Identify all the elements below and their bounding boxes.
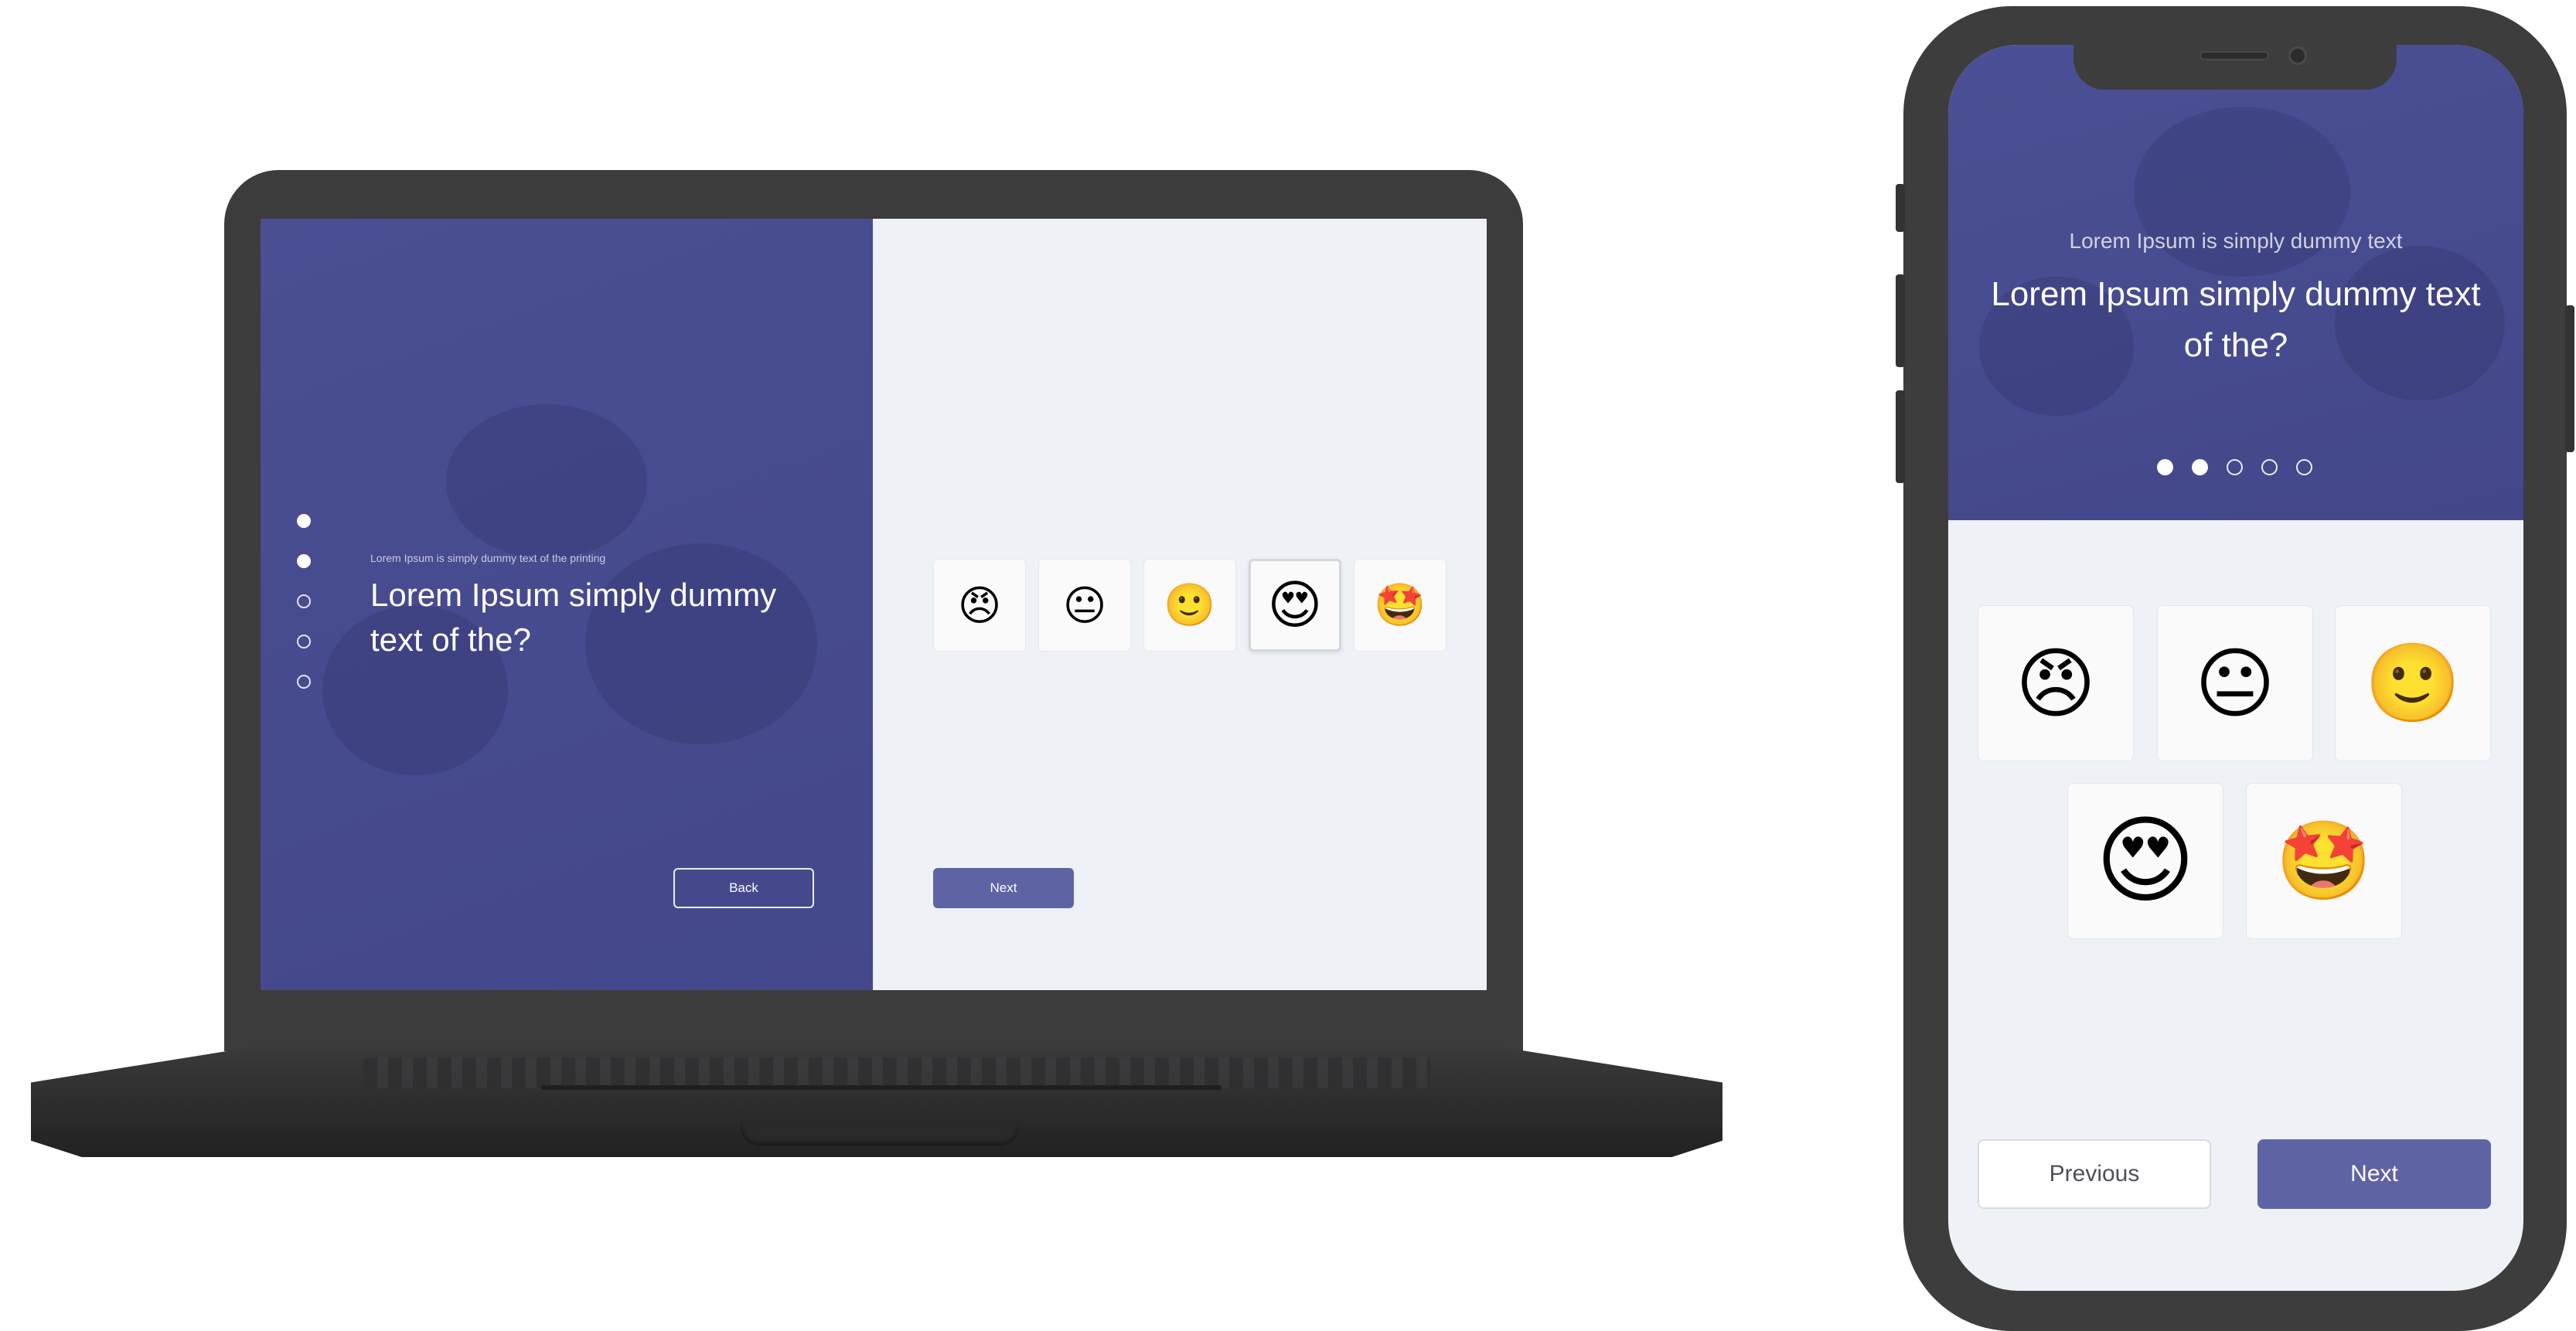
emoji-option[interactable]: 😐 [2157,605,2313,761]
progress-dot [2227,459,2243,475]
phone-speaker [2199,51,2269,60]
question-kicker: Lorem Ipsum is simply dummy text of the … [370,552,606,564]
progress-dot [2261,459,2278,475]
heart-eyes-face-icon: 😍 [2095,805,2196,917]
phone-notch [2073,40,2397,90]
progress-dot [297,554,311,568]
laptop-hinge [541,1085,1222,1090]
emoji-option[interactable]: 😍 [1249,559,1341,652]
star-struck-face-icon: 🤩 [2275,815,2373,906]
progress-dot [297,675,311,689]
progress-dot [297,594,311,608]
laptop-keyboard [363,1057,1430,1088]
phone-volume-up [1896,274,1905,367]
progress-dot [2192,459,2208,475]
angry-face-icon: 😠 [2015,638,2097,729]
emoji-option[interactable]: 😠 [1978,605,2134,761]
back-button[interactable]: Back [673,868,814,908]
neutral-face-icon: 😐 [1062,580,1107,630]
progress-dot [2157,459,2173,475]
question-kicker: Lorem Ipsum is simply dummy text [2069,229,2403,253]
phone-camera [2288,46,2307,65]
emoji-option[interactable]: 😍 [2067,783,2223,939]
progress-dot [2296,459,2312,475]
slightly-smiling-face-icon: 🙂 [2364,638,2462,728]
emoji-rating-options: 😠 😐 🙂 😍 🤩 [933,559,1446,652]
laptop-opening-notch [741,1122,1019,1145]
progress-dots [2157,459,2312,475]
next-button[interactable]: Next [933,868,1074,908]
emoji-option[interactable]: 🤩 [1354,559,1446,652]
progress-dots [297,514,311,715]
phone-volume-down [1896,390,1905,483]
angry-face-icon: 😠 [957,580,1002,630]
progress-dot [297,635,311,648]
emoji-option[interactable]: 🤩 [2246,783,2402,939]
neutral-face-icon: 😐 [2194,638,2276,729]
background-texture [446,404,647,559]
star-struck-face-icon: 🤩 [1374,580,1426,629]
progress-dot [297,514,311,528]
question-title: Lorem Ipsum simply dummy text of the? [1991,275,2481,364]
phone-screen: Lorem Ipsum is simply dummy text Lorem I… [1948,45,2523,1291]
emoji-option[interactable]: 🙂 [2335,605,2491,761]
phone-power-button [2565,305,2574,452]
phone-mute-switch [1896,184,1905,232]
emoji-option[interactable]: 😠 [933,559,1026,652]
laptop-question-panel: Lorem Ipsum is simply dummy text of the … [261,219,873,990]
question-title: Lorem Ipsum simply dummy text of the? [370,577,777,658]
laptop-screen: Lorem Ipsum is simply dummy text of the … [261,219,1487,990]
emoji-option[interactable]: 😐 [1038,559,1131,652]
next-button[interactable]: Next [2257,1139,2491,1209]
heart-eyes-face-icon: 😍 [1267,574,1323,636]
previous-button[interactable]: Previous [1978,1139,2211,1209]
phone-question-header: Lorem Ipsum is simply dummy text Lorem I… [1948,45,2523,520]
emoji-option[interactable]: 🙂 [1143,559,1236,652]
slightly-smiling-face-icon: 🙂 [1164,580,1216,629]
